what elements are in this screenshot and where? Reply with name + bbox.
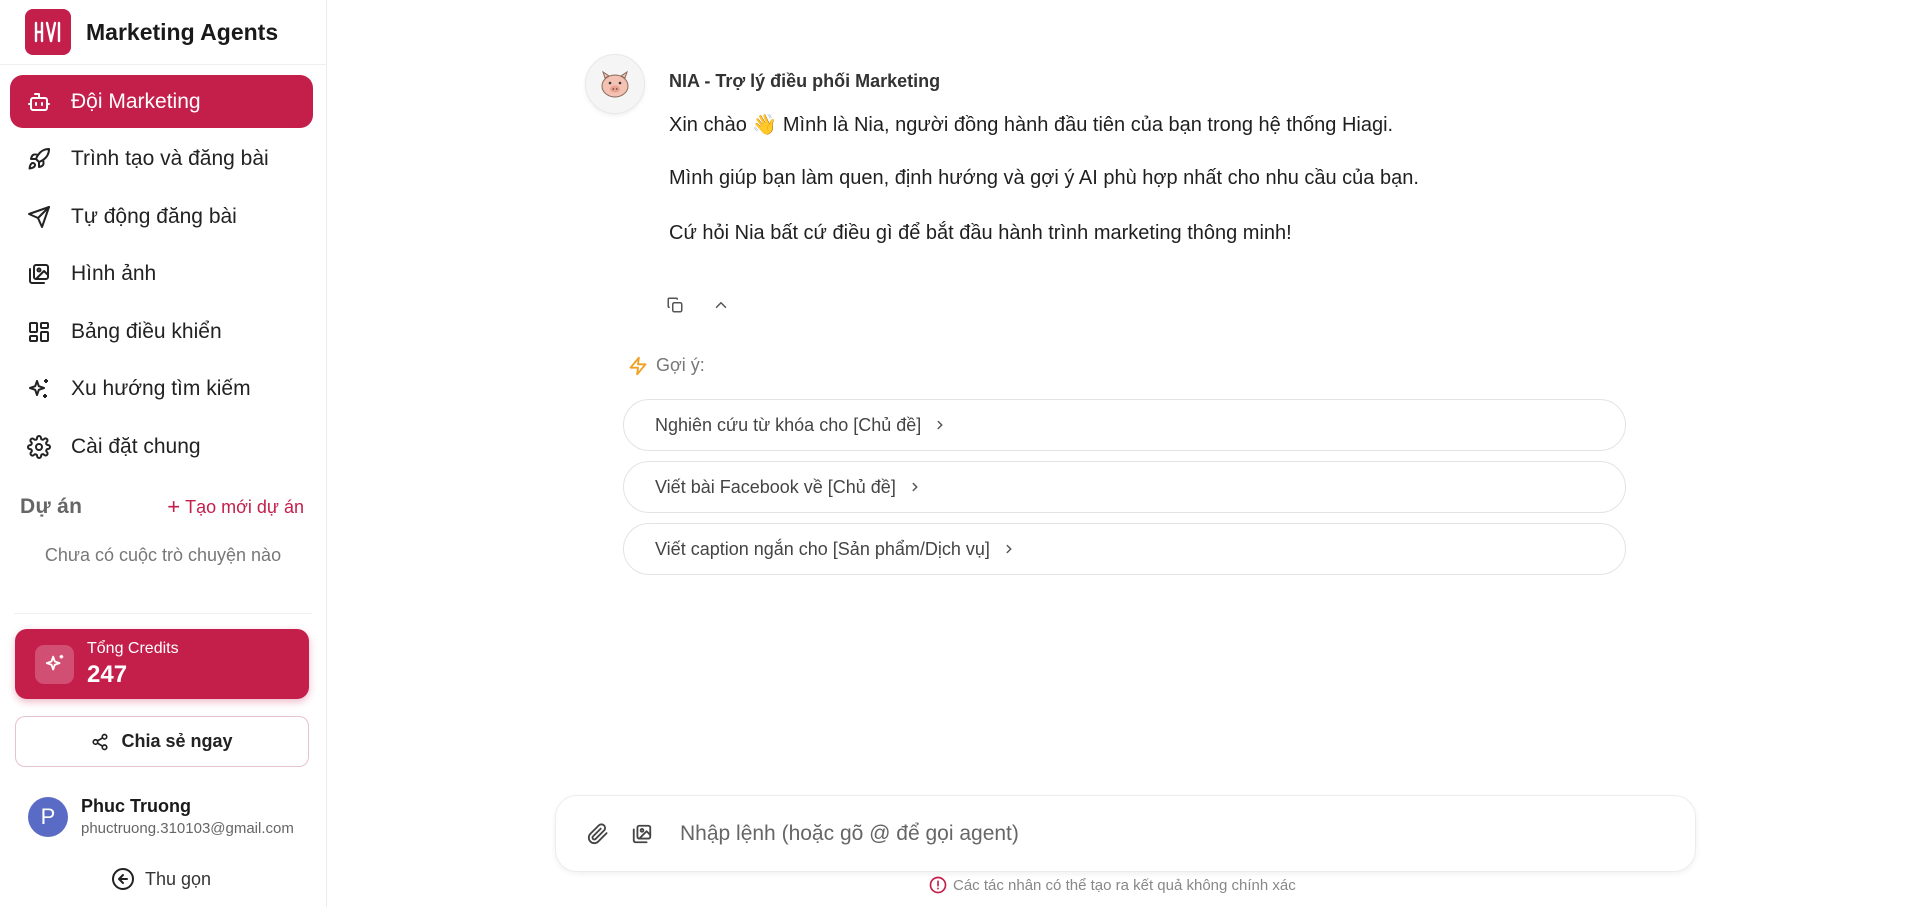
- avatar: P: [28, 796, 68, 837]
- suggestion-label: Nghiên cứu từ khóa cho [Chủ đề]: [655, 414, 922, 435]
- chat-input-box: [555, 795, 1696, 872]
- sidebar-item-label: Trình tạo và đăng bài: [71, 147, 269, 170]
- credits-label: Tổng Credits: [87, 639, 179, 657]
- send-icon: [26, 204, 52, 230]
- copy-icon[interactable]: [663, 293, 687, 317]
- logo-icon: [25, 9, 71, 55]
- sidebar-item-hinh-anh[interactable]: Hình ảnh: [10, 248, 313, 301]
- projects-header: Dự án + Tạo mới dự án: [20, 495, 304, 519]
- sidebar-item-label: Đội Marketing: [71, 89, 201, 113]
- suggestion-chip[interactable]: Viết bài Facebook về [Chủ đề]: [623, 461, 1626, 513]
- user-profile[interactable]: P Phuc Truong phuctruong.310103@gmail.co…: [28, 796, 299, 837]
- image-upload-icon[interactable]: [628, 820, 656, 848]
- sidebar-item-tu-dong[interactable]: Tự động đăng bài: [10, 190, 313, 243]
- empty-chats-text: Chưa có cuộc trò chuyện nào: [44, 545, 282, 565]
- sidebar-item-xu-huong[interactable]: Xu hướng tìm kiếm: [10, 363, 313, 416]
- sidebar-item-bang-dieu-khien[interactable]: Bảng điều khiển: [10, 305, 313, 358]
- disclaimer: Các tác nhân có thể tạo ra kết quả không…: [929, 876, 1296, 894]
- sidebar-item-doi-marketing[interactable]: Đội Marketing: [10, 75, 313, 128]
- suggestion-label: Viết bài Facebook về [Chủ đề]: [655, 476, 896, 497]
- sidebar-item-label: Hình ảnh: [71, 262, 157, 285]
- images-icon: [26, 261, 52, 287]
- suggestion-label: Viết caption ngắn cho [Sản phẩm/Dịch vụ]: [655, 538, 990, 559]
- sidebar-nav: Đội Marketing Trình tạo và đăng bài Tự đ…: [10, 75, 313, 478]
- message-line: Cứ hỏi Nia bất cứ điều gì để bắt đầu hàn…: [669, 222, 1292, 244]
- share-label: Chia sẻ ngay: [121, 731, 233, 751]
- agent-avatar: [585, 54, 645, 114]
- pig-mascot-icon: [601, 70, 629, 98]
- suggestion-chip[interactable]: Nghiên cứu từ khóa cho [Chủ đề]: [623, 399, 1626, 451]
- arrow-left-circle-icon: [111, 867, 135, 891]
- share-icon: [91, 733, 109, 751]
- credits-card[interactable]: Tổng Credits 247: [15, 629, 309, 699]
- sidebar: Marketing Agents Đội Marketing Trình tạo…: [0, 0, 327, 907]
- gear-icon: [26, 434, 52, 460]
- message-actions: [663, 293, 755, 317]
- chevron-right-icon: [1002, 542, 1016, 556]
- plus-icon: +: [167, 494, 181, 519]
- chevron-right-icon: [933, 418, 947, 432]
- alert-circle-icon: [929, 876, 947, 894]
- message-line: Mình giúp bạn làm quen, định hướng và gợ…: [669, 167, 1419, 189]
- sparkles-icon: [35, 644, 74, 684]
- agent-name: NIA - Trợ lý điều phối Marketing: [669, 71, 941, 91]
- brand[interactable]: Marketing Agents: [25, 9, 278, 55]
- chat-input[interactable]: [680, 821, 1580, 846]
- lightning-icon: [628, 356, 648, 376]
- chevron-right-icon: [908, 480, 922, 494]
- sidebar-item-label: Bảng điều khiển: [71, 319, 222, 343]
- chevron-up-icon[interactable]: [709, 293, 733, 317]
- user-email: phuctruong.310103@gmail.com: [81, 820, 294, 837]
- sidebar-item-cai-dat[interactable]: Cài đặt chung: [10, 420, 313, 473]
- message-line: Xin chào 👋 Mình là Nia, người đồng hành …: [669, 114, 1394, 136]
- collapse-button[interactable]: Thu gọn: [111, 867, 211, 891]
- projects-title: Dự án: [20, 495, 83, 518]
- new-project-button[interactable]: + Tạo mới dự án: [167, 496, 304, 518]
- app: Marketing Agents Đội Marketing Trình tạo…: [0, 0, 1911, 907]
- paperclip-icon[interactable]: [584, 820, 612, 848]
- sparkles-icon: [26, 376, 52, 402]
- suggestions-header: Gợi ý:: [628, 355, 705, 376]
- suggestion-chip[interactable]: Viết caption ngắn cho [Sản phẩm/Dịch vụ]: [623, 523, 1626, 575]
- new-project-label: Tạo mới dự án: [185, 496, 304, 517]
- user-name: Phuc Truong: [81, 796, 191, 816]
- divider: [0, 64, 326, 65]
- credits-value: 247: [87, 660, 128, 688]
- divider: [14, 613, 312, 614]
- sidebar-item-label: Tự động đăng bài: [71, 204, 237, 228]
- sidebar-item-label: Xu hướng tìm kiếm: [71, 377, 251, 400]
- brand-name: Marketing Agents: [86, 18, 279, 45]
- sidebar-item-label: Cài đặt chung: [71, 434, 201, 458]
- collapse-label: Thu gọn: [145, 868, 212, 889]
- disclaimer-text: Các tác nhân có thể tạo ra kết quả không…: [953, 876, 1296, 894]
- sidebar-item-trinh-tao[interactable]: Trình tạo và đăng bài: [10, 133, 313, 186]
- dashboard-icon: [26, 319, 52, 345]
- suggestions-title: Gợi ý:: [656, 355, 705, 375]
- share-button[interactable]: Chia sẻ ngay: [15, 716, 309, 767]
- rocket-icon: [26, 146, 52, 172]
- bot-icon: [26, 89, 52, 115]
